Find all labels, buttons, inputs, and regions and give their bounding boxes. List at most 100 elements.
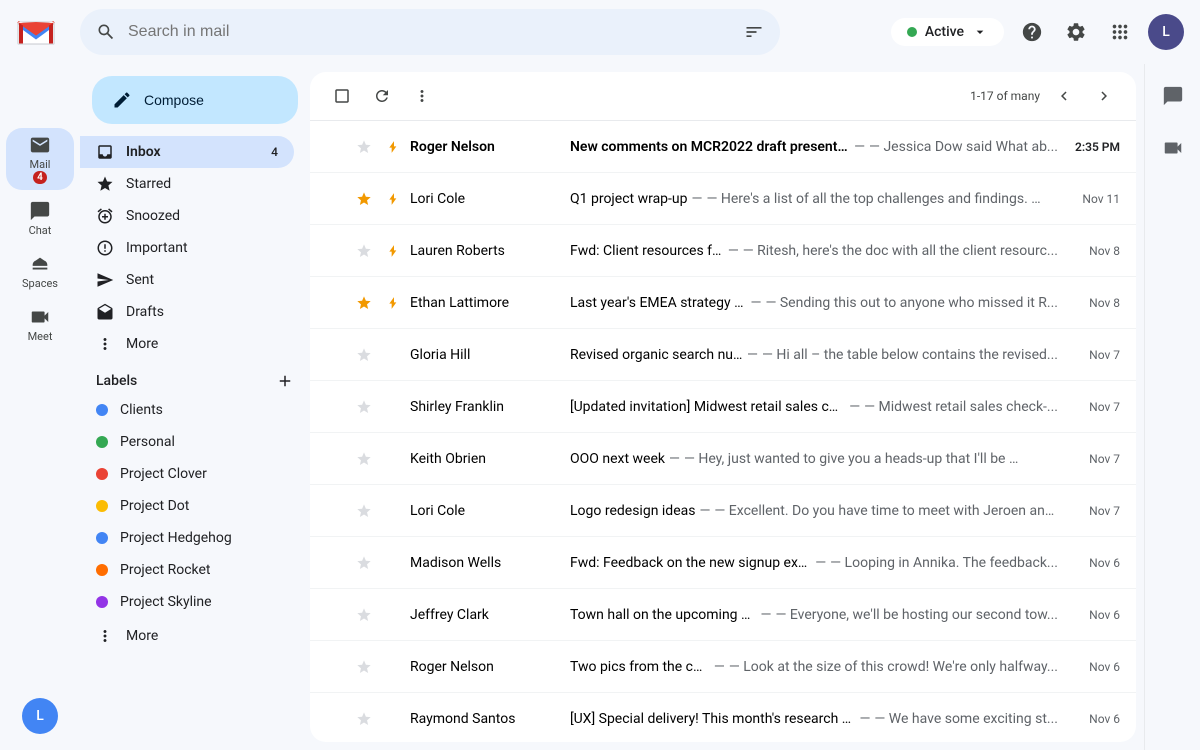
sidebar-item-meet[interactable]: Meet: [6, 300, 74, 349]
more-options-button[interactable]: [406, 80, 438, 112]
nav-item-label: Inbox: [126, 144, 271, 160]
help-icon: [1021, 21, 1043, 43]
search-input[interactable]: [128, 23, 732, 41]
nav-item-snoozed[interactable]: Snoozed: [80, 200, 294, 232]
email-star[interactable]: [354, 189, 374, 209]
email-date: Nov 11: [1070, 192, 1120, 206]
email-content: Q1 project wrap-up — — Here's a list of …: [570, 191, 1058, 207]
table-row[interactable]: Roger Nelson Two pics from the conferenc…: [310, 641, 1136, 693]
select-all-button[interactable]: [326, 80, 358, 112]
nav-item-starred[interactable]: Starred: [80, 168, 294, 200]
table-row[interactable]: Raymond Santos [UX] Special delivery! Th…: [310, 693, 1136, 742]
email-sender: Lori Cole: [410, 503, 570, 519]
email-star[interactable]: [354, 345, 374, 365]
right-tab-chat[interactable]: [1149, 72, 1197, 120]
table-row[interactable]: Keith Obrien OOO next week — — Hey, just…: [310, 433, 1136, 485]
table-row[interactable]: Gloria Hill Revised organic search numbe…: [310, 329, 1136, 381]
email-sender: Jeffrey Clark: [410, 607, 570, 623]
email-snippet: — Hey, just wanted to give you a heads-u…: [684, 451, 1024, 467]
right-tab-meet[interactable]: [1149, 124, 1197, 172]
nav-item-more[interactable]: More: [80, 328, 294, 360]
label-dot: [96, 596, 108, 608]
compose-button[interactable]: Compose: [92, 76, 298, 124]
table-row[interactable]: Lori Cole Logo redesign ideas — — Excell…: [310, 485, 1136, 537]
email-content: [Updated invitation] Midwest retail sale…: [570, 399, 1058, 415]
table-row[interactable]: Lori Cole Q1 project wrap-up — — Here's …: [310, 173, 1136, 225]
email-sender: Madison Wells: [410, 555, 570, 571]
active-status[interactable]: Active: [891, 18, 1004, 46]
nav-item-label: Snoozed: [126, 208, 278, 224]
nav-item-inbox[interactable]: Inbox 4: [80, 136, 294, 168]
sidebar-item-chat[interactable]: Chat: [6, 194, 74, 243]
label-name: Personal: [120, 434, 278, 450]
label-name: Clients: [120, 402, 278, 418]
label-dot: [96, 436, 108, 448]
sidebar-item-mail[interactable]: Mail 4: [6, 128, 74, 190]
email-separator: —: [728, 243, 739, 259]
email-snippet: — Here's a list of all the top challenge…: [706, 191, 1046, 207]
email-sender: Keith Obrien: [410, 451, 570, 467]
email-star[interactable]: [354, 241, 374, 261]
email-separator: —: [692, 191, 703, 207]
email-star[interactable]: [354, 657, 374, 677]
search-bar[interactable]: [80, 9, 780, 55]
email-star[interactable]: [354, 293, 374, 313]
add-label-icon[interactable]: [276, 372, 294, 390]
email-star[interactable]: [354, 501, 374, 521]
email-content: [UX] Special delivery! This month's rese…: [570, 711, 1058, 727]
nav-label-personal[interactable]: Personal: [80, 426, 294, 458]
sidebar: Mail 4 Chat Spaces Meet: [0, 64, 80, 750]
table-row[interactable]: Shirley Franklin [Updated invitation] Mi…: [310, 381, 1136, 433]
table-row[interactable]: Roger Nelson New comments on MCR2022 dra…: [310, 121, 1136, 173]
refresh-button[interactable]: [366, 80, 398, 112]
nav-label-project-hedgehog[interactable]: Project Hedgehog: [80, 522, 294, 554]
email-date: Nov 7: [1070, 348, 1120, 362]
email-star[interactable]: [354, 137, 374, 157]
nav-item-drafts[interactable]: Drafts: [80, 296, 294, 328]
nav-label-project-skyline[interactable]: Project Skyline: [80, 586, 294, 618]
email-date: Nov 8: [1070, 244, 1120, 258]
spaces-icon: [29, 253, 51, 275]
nav-item-labels-more[interactable]: More: [80, 620, 294, 652]
table-row[interactable]: Ethan Lattimore Last year's EMEA strateg…: [310, 277, 1136, 329]
email-star[interactable]: [354, 449, 374, 469]
labels-list: Clients Personal Project Clover Project …: [80, 394, 310, 618]
table-row[interactable]: Madison Wells Fwd: Feedback on the new s…: [310, 537, 1136, 589]
newer-button[interactable]: [1048, 80, 1080, 112]
nav-item-sent[interactable]: Sent: [80, 264, 294, 296]
support-button[interactable]: [1012, 12, 1052, 52]
email-snippet: — Hi all – the table below contains the …: [762, 347, 1058, 363]
email-separator: —: [815, 555, 826, 571]
email-snippet: — Everyone, we'll be hosting our second …: [775, 607, 1058, 623]
more-vert-icon: [413, 87, 431, 105]
settings-button[interactable]: [1056, 12, 1096, 52]
email-separator: —: [699, 503, 710, 519]
table-row[interactable]: Lauren Roberts Fwd: Client resources for…: [310, 225, 1136, 277]
important-icon: [96, 239, 114, 257]
email-date: Nov 7: [1070, 504, 1120, 518]
nav-label-project-dot[interactable]: Project Dot: [80, 490, 294, 522]
email-star[interactable]: [354, 553, 374, 573]
nav-item-important[interactable]: Important: [80, 232, 294, 264]
nav-label-project-rocket[interactable]: Project Rocket: [80, 554, 294, 586]
email-subject: [Updated invitation] Midwest retail sale…: [570, 399, 845, 415]
older-button[interactable]: [1088, 80, 1120, 112]
apps-button[interactable]: [1100, 12, 1140, 52]
email-content: Last year's EMEA strategy deck — — Sendi…: [570, 295, 1058, 311]
sidebar-user-avatar[interactable]: L: [22, 698, 58, 734]
table-row[interactable]: Jeffrey Clark Town hall on the upcoming …: [310, 589, 1136, 641]
nav-label-clients[interactable]: Clients: [80, 394, 294, 426]
nav-item-label: Starred: [126, 176, 278, 192]
email-star[interactable]: [354, 605, 374, 625]
user-avatar[interactable]: L: [1148, 14, 1184, 50]
label-name: Project Hedgehog: [120, 530, 278, 546]
sidebar-item-spaces[interactable]: Spaces: [6, 247, 74, 296]
email-subject: Fwd: Feedback on the new signup experien…: [570, 555, 811, 571]
meet-icon: [29, 306, 51, 328]
email-separator: —: [747, 347, 758, 363]
email-star[interactable]: [354, 709, 374, 729]
nav-item-label: Drafts: [126, 304, 278, 320]
email-star[interactable]: [354, 397, 374, 417]
nav-label-project-clover[interactable]: Project Clover: [80, 458, 294, 490]
label-name: Project Dot: [120, 498, 278, 514]
